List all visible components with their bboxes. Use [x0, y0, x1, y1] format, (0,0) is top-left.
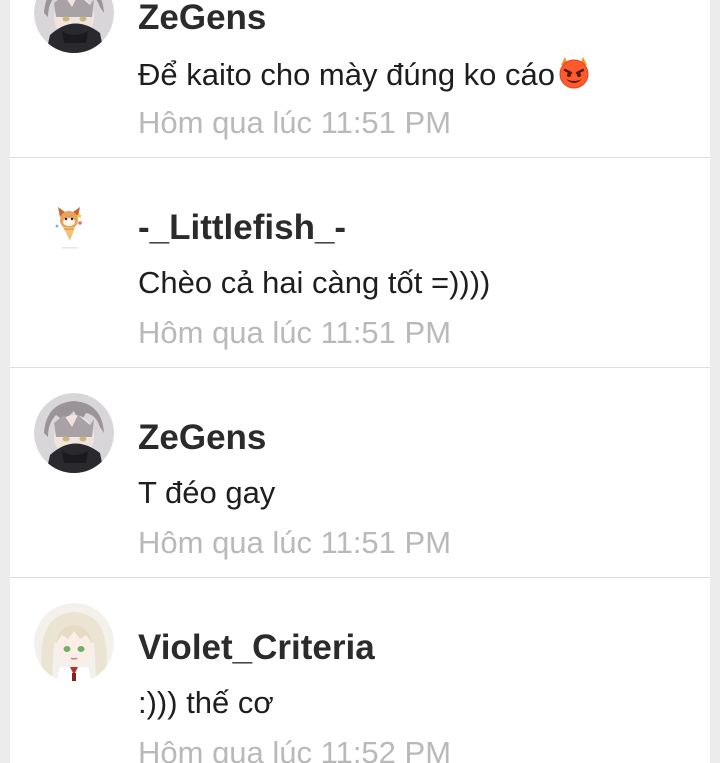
comment-author[interactable]: Violet_Criteria [138, 628, 375, 668]
comment-item: Violet_Criteria :))) thế cơ Hôm qua lúc … [10, 578, 710, 763]
comment-message-text: Để kaito cho mày đúng ko cáo [138, 57, 556, 92]
avatar[interactable] [34, 183, 114, 263]
avatar-grey-hair-icon [34, 393, 114, 473]
comments-screen: ZeGens Để kaito cho mày đúng ko cáo Hôm … [0, 0, 720, 763]
avatar[interactable] [34, 603, 114, 683]
comment-timestamp: Hôm qua lúc 11:51 PM [138, 105, 452, 140]
comments-list: ZeGens Để kaito cho mày đúng ko cáo Hôm … [10, 0, 710, 763]
comment-item: ZeGens T đéo gay Hôm qua lúc 11:51 PM [10, 368, 710, 578]
comment-author[interactable]: ZeGens [138, 418, 266, 458]
avatar-white-hair-girl-icon [34, 603, 114, 683]
avatar[interactable] [34, 0, 114, 53]
comment-timestamp: Hôm qua lúc 11:51 PM [138, 525, 452, 560]
comment-message: Chèo cả hai càng tốt =)))) [138, 265, 491, 300]
comment-message: Để kaito cho mày đúng ko cáo [138, 55, 591, 93]
avatar-grey-hair-icon [34, 0, 114, 53]
comment-item: -_Littlefish_- Chèo cả hai càng tốt =)))… [10, 158, 710, 368]
comment-author[interactable]: ZeGens [138, 0, 266, 38]
comment-timestamp: Hôm qua lúc 11:51 PM [138, 315, 452, 350]
smiling-devil-icon [557, 55, 591, 89]
comment-timestamp: Hôm qua lúc 11:52 PM [138, 735, 452, 763]
comment-item: ZeGens Để kaito cho mày đúng ko cáo Hôm … [10, 0, 710, 158]
comment-author[interactable]: -_Littlefish_- [138, 208, 346, 248]
comment-message: T đéo gay [138, 475, 276, 510]
avatar-fox-sticker-icon [34, 183, 114, 263]
comment-message: :))) thế cơ [138, 685, 274, 720]
avatar[interactable] [34, 393, 114, 473]
